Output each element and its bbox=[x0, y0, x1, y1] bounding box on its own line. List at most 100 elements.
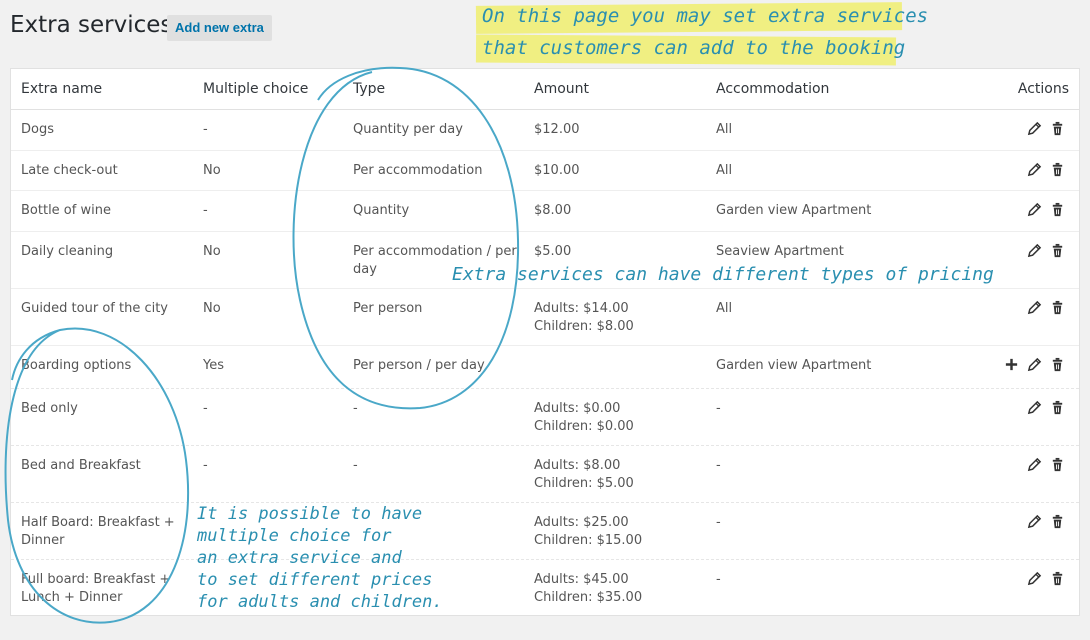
cell-accommodation: - bbox=[716, 457, 721, 475]
extras-table: Extra name Multiple choice Type Amount A… bbox=[10, 68, 1080, 616]
cell-accommodation-line: Garden view Apartment bbox=[716, 358, 872, 373]
table-row: Bed only - - Adults: $0.00 Children: $0.00 - bbox=[11, 388, 1079, 446]
annotation-note: It is possible to have bbox=[197, 504, 423, 524]
cell-accommodation: All bbox=[716, 162, 732, 180]
trash-icon[interactable] bbox=[1050, 162, 1065, 177]
trash-icon[interactable] bbox=[1050, 121, 1065, 136]
cell-amount: $12.00 bbox=[534, 121, 580, 139]
cell-type: Per accommodation bbox=[353, 162, 518, 180]
cell-amount-line: $8.00 bbox=[534, 203, 572, 218]
cell-accommodation-line: - bbox=[716, 458, 721, 473]
cell-accommodation-line: - bbox=[716, 572, 721, 587]
pencil-icon[interactable] bbox=[1027, 357, 1042, 372]
row-actions bbox=[1027, 300, 1065, 315]
cell-amount-line2: Children: $15.00 bbox=[534, 533, 643, 548]
cell-amount-line2: Children: $35.00 bbox=[534, 590, 643, 605]
annotation-note: On this page you may set extra services bbox=[482, 5, 929, 27]
pencil-icon[interactable] bbox=[1027, 514, 1042, 529]
row-actions bbox=[1027, 571, 1065, 586]
add-new-extra-button[interactable]: Add new extra bbox=[167, 15, 272, 41]
cell-amount: Adults: $45.00 Children: $35.00 bbox=[534, 571, 642, 607]
cell-name-line: Bed only bbox=[21, 401, 78, 416]
cell-amount-line: Adults: $8.00 bbox=[534, 458, 621, 473]
cell-name[interactable]: Bed only bbox=[21, 400, 78, 418]
cell-name-line: Bed and Breakfast bbox=[21, 458, 141, 473]
annotation-note: to set different prices bbox=[197, 570, 433, 590]
cell-type-line: Quantity bbox=[353, 203, 410, 218]
cell-type: - bbox=[353, 457, 518, 475]
cell-amount-line: Adults: $45.00 bbox=[534, 572, 629, 587]
trash-icon[interactable] bbox=[1050, 571, 1065, 586]
pencil-icon[interactable] bbox=[1027, 457, 1042, 472]
cell-name[interactable]: Guided tour of the city bbox=[21, 300, 168, 318]
cell-multiple: No bbox=[203, 243, 221, 261]
cell-name-line: Daily cleaning bbox=[21, 244, 114, 259]
cell-name-line: Dogs bbox=[21, 122, 54, 137]
annotation-note: for adults and children. bbox=[197, 592, 443, 612]
column-header-type[interactable]: Type bbox=[353, 81, 385, 97]
cell-type-line: Per accommodation bbox=[353, 163, 483, 178]
cell-accommodation: All bbox=[716, 300, 732, 318]
cell-type-line: Per accommodation / per bbox=[353, 244, 517, 259]
cell-name[interactable]: Bottle of wine bbox=[21, 202, 111, 220]
row-actions bbox=[1027, 400, 1065, 415]
page-title: Extra services bbox=[10, 12, 173, 38]
column-header-name[interactable]: Extra name bbox=[21, 81, 102, 97]
pencil-icon[interactable] bbox=[1027, 400, 1042, 415]
pencil-icon[interactable] bbox=[1027, 571, 1042, 586]
table-row: Boarding options Yes Per person / per day G… bbox=[11, 345, 1079, 389]
cell-type: Quantity per day bbox=[353, 121, 518, 139]
pencil-icon[interactable] bbox=[1027, 121, 1042, 136]
table-row: Guided tour of the city No Per person Adult… bbox=[11, 288, 1079, 346]
cell-amount: Adults: $8.00 Children: $5.00 bbox=[534, 457, 634, 493]
cell-multiple-line: - bbox=[203, 401, 208, 416]
cell-type: Per person / per day bbox=[353, 357, 518, 375]
cell-amount: $8.00 bbox=[534, 202, 571, 220]
cell-name[interactable]: Full board: Breakfast + Lunch + Dinner bbox=[21, 571, 170, 607]
trash-icon[interactable] bbox=[1050, 400, 1065, 415]
cell-multiple-line: No bbox=[203, 163, 221, 178]
trash-icon[interactable] bbox=[1050, 243, 1065, 258]
cell-amount: $5.00 bbox=[534, 243, 571, 261]
cell-name[interactable]: Bed and Breakfast bbox=[21, 457, 141, 475]
trash-icon[interactable] bbox=[1050, 357, 1065, 372]
cell-multiple-line: No bbox=[203, 244, 221, 259]
cell-accommodation: Seaview Apartment bbox=[716, 243, 844, 261]
trash-icon[interactable] bbox=[1050, 300, 1065, 315]
cell-name[interactable]: Late check-out bbox=[21, 162, 118, 180]
trash-icon[interactable] bbox=[1050, 514, 1065, 529]
table-row: Bed and Breakfast - - Adults: $8.00 Children… bbox=[11, 445, 1079, 503]
cell-type: Quantity bbox=[353, 202, 518, 220]
cell-name[interactable]: Dogs bbox=[21, 121, 54, 139]
plus-icon[interactable] bbox=[1004, 357, 1019, 372]
cell-name[interactable]: Daily cleaning bbox=[21, 243, 113, 261]
pencil-icon[interactable] bbox=[1027, 243, 1042, 258]
cell-multiple: Yes bbox=[203, 357, 224, 375]
trash-icon[interactable] bbox=[1050, 457, 1065, 472]
pencil-icon[interactable] bbox=[1027, 300, 1042, 315]
trash-icon[interactable] bbox=[1050, 202, 1065, 217]
cell-multiple-line: - bbox=[203, 122, 208, 137]
pencil-icon[interactable] bbox=[1027, 202, 1042, 217]
cell-amount-line: Adults: $14.00 bbox=[534, 301, 629, 316]
cell-amount-line: Adults: $0.00 bbox=[534, 401, 621, 416]
cell-name[interactable]: Boarding options bbox=[21, 357, 131, 375]
row-actions bbox=[1027, 514, 1065, 529]
cell-name-line: Full board: Breakfast + bbox=[21, 572, 171, 587]
cell-type-line: - bbox=[353, 401, 358, 416]
cell-accommodation-line: - bbox=[716, 401, 721, 416]
column-header-multiple[interactable]: Multiple choice bbox=[203, 81, 308, 97]
cell-accommodation: Garden view Apartment bbox=[716, 357, 871, 375]
table-row: Full board: Breakfast + Lunch + Dinner Adu… bbox=[11, 559, 1079, 615]
cell-multiple-line: Yes bbox=[203, 358, 224, 373]
row-actions bbox=[1027, 243, 1065, 258]
cell-amount: Adults: $25.00 Children: $15.00 bbox=[534, 514, 642, 550]
cell-multiple: No bbox=[203, 162, 221, 180]
cell-type-line: Per person bbox=[353, 301, 423, 316]
pencil-icon[interactable] bbox=[1027, 162, 1042, 177]
cell-name[interactable]: Half Board: Breakfast + Dinner bbox=[21, 514, 175, 550]
cell-amount-line2: Children: $0.00 bbox=[534, 419, 634, 434]
column-header-amount[interactable]: Amount bbox=[534, 81, 589, 97]
column-header-accommodation[interactable]: Accommodation bbox=[716, 81, 829, 97]
row-actions bbox=[1027, 457, 1065, 472]
